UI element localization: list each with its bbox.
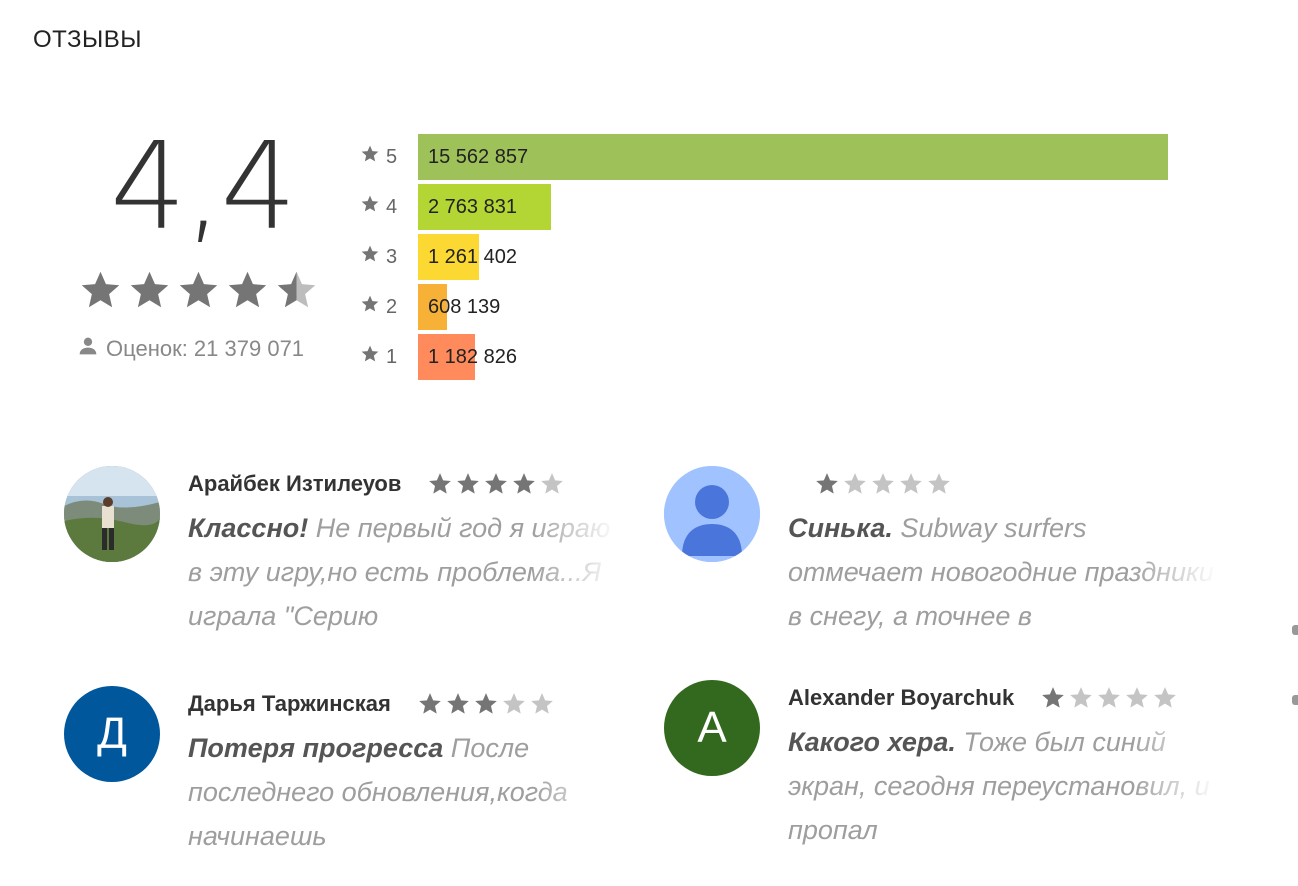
star-icon [539, 471, 565, 497]
histogram-row: 2 608 139 [360, 284, 500, 330]
person-icon [78, 336, 98, 362]
review-stars [427, 471, 565, 497]
review-stars [814, 471, 952, 497]
scroll-indicator[interactable] [1292, 695, 1298, 705]
rating-histogram: 5 15 562 857 4 2 763 831 3 1 261 402 2 6… [360, 134, 1168, 384]
review-title: Синька. [788, 513, 893, 543]
star-icon [360, 194, 380, 220]
star-icon [176, 268, 221, 313]
histogram-row: 5 15 562 857 [360, 134, 1168, 180]
review-stars [417, 691, 555, 717]
star-icon [360, 344, 380, 370]
rating-count-label: Оценок: 21 379 071 [106, 336, 305, 361]
rating-count: Оценок: 21 379 071 [78, 336, 304, 362]
review-card[interactable]: A Alexander Boyarchuk Какого хера. Тоже … [664, 680, 1210, 880]
average-stars [78, 268, 319, 313]
star-icon [78, 268, 123, 313]
histogram-star-count: 1 [386, 345, 398, 368]
histogram-label: 3 [360, 244, 418, 270]
histogram-label: 1 [360, 344, 418, 370]
star-icon [1124, 685, 1150, 711]
star-icon [127, 268, 172, 313]
avatar[interactable] [664, 466, 760, 562]
review-title: Классно! [188, 513, 309, 543]
star-icon [898, 471, 924, 497]
review-text[interactable]: Потеря прогресса После последнего обновл… [188, 726, 618, 858]
avatar-letter: A [697, 703, 727, 752]
histogram-label: 5 [360, 144, 418, 170]
histogram-label: 4 [360, 194, 418, 220]
histogram-row: 4 2 763 831 [360, 184, 551, 230]
histogram-star-count: 3 [386, 245, 398, 268]
review-text[interactable]: Синька. Subway surfers отмечает новогодн… [788, 506, 1218, 638]
star-icon [360, 294, 380, 320]
review-card[interactable]: Синька. Subway surfers отмечает новогодн… [664, 466, 1214, 666]
avatar[interactable] [64, 466, 160, 562]
star-icon [870, 471, 896, 497]
review-text[interactable]: Какого хера. Тоже был синий экран, сегод… [788, 720, 1218, 852]
review-title: Потеря прогресса [188, 733, 444, 763]
avatar-letter: Д [97, 709, 127, 758]
histogram-value: 1 182 826 [428, 346, 517, 368]
star-icon [814, 471, 840, 497]
review-title: Какого хера. [788, 727, 956, 757]
star-icon [445, 691, 471, 717]
histogram-label: 2 [360, 294, 418, 320]
star-icon [1068, 685, 1094, 711]
review-author[interactable]: Дарья Таржинская [188, 691, 391, 717]
star-icon [225, 268, 270, 313]
star-icon [483, 471, 509, 497]
star-icon [274, 268, 319, 313]
average-score: 4,4 [110, 118, 297, 257]
star-icon [511, 471, 537, 497]
histogram-value: 1 261 402 [428, 246, 517, 268]
review-author[interactable]: Alexander Boyarchuk [788, 685, 1014, 711]
histogram-value: 15 562 857 [428, 146, 529, 168]
review-card[interactable]: Д Дарья Таржинская Потеря прогресса Посл… [64, 686, 568, 886]
star-icon [360, 244, 380, 270]
star-icon [455, 471, 481, 497]
star-icon [842, 471, 868, 497]
star-icon [360, 144, 380, 170]
histogram-star-count: 5 [386, 145, 398, 168]
histogram-value: 2 763 831 [428, 196, 517, 218]
histogram-value: 608 139 [428, 296, 501, 318]
histogram-star-count: 4 [386, 195, 398, 218]
histogram-star-count: 2 [386, 295, 398, 318]
avatar[interactable]: Д [64, 686, 160, 782]
star-icon [501, 691, 527, 717]
review-card[interactable]: Арайбек Изтилеуов Классно! Не первый год… [64, 466, 610, 666]
review-stars [1040, 685, 1178, 711]
star-icon [529, 691, 555, 717]
review-author[interactable]: Арайбек Изтилеуов [188, 471, 401, 497]
review-text[interactable]: Классно! Не первый год я играю в эту игр… [188, 506, 618, 638]
histogram-row: 3 1 261 402 [360, 234, 517, 280]
avatar[interactable]: A [664, 680, 760, 776]
section-title: ОТЗЫВЫ [33, 26, 143, 53]
star-icon [427, 471, 453, 497]
star-icon [1096, 685, 1122, 711]
histogram-bar [418, 134, 1168, 180]
star-icon [417, 691, 443, 717]
star-icon [473, 691, 499, 717]
scroll-indicator[interactable] [1292, 625, 1298, 635]
star-icon [1152, 685, 1178, 711]
star-icon [926, 471, 952, 497]
histogram-row: 1 1 182 826 [360, 334, 517, 380]
star-icon [1040, 685, 1066, 711]
